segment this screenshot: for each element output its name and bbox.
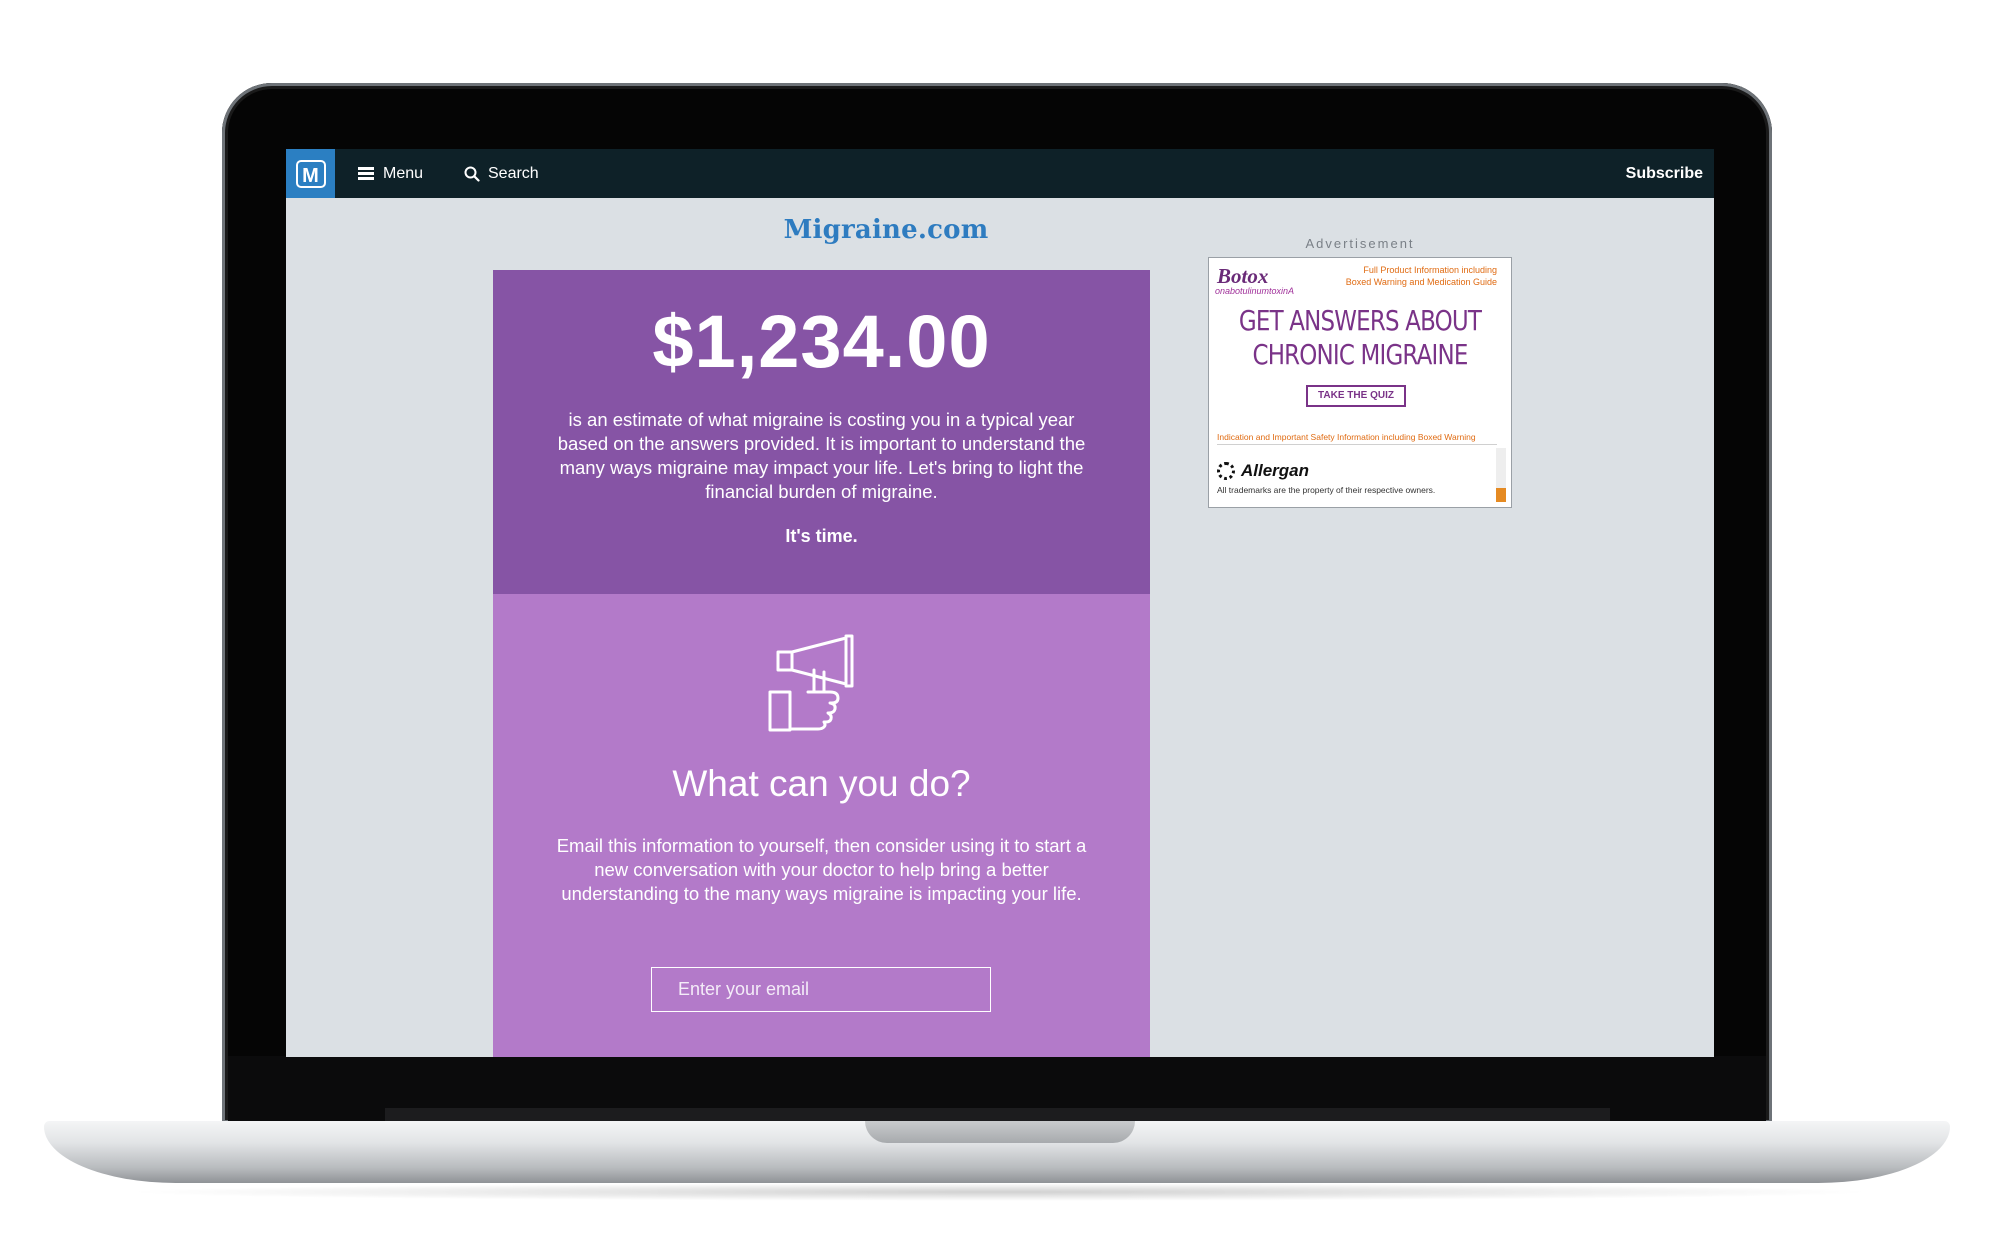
cost-amount: $1,234.00	[652, 300, 991, 383]
ad-safety-info-link[interactable]: Indication and Important Safety Informat…	[1217, 432, 1507, 442]
email-input[interactable]	[651, 967, 991, 1012]
action-heading: What can you do?	[672, 763, 971, 804]
search-button[interactable]: Search	[464, 149, 539, 198]
ad-headline-line-2: CHRONIC MIGRAINE	[1252, 338, 1468, 371]
site-logo[interactable]: Migraine.com	[666, 215, 1106, 245]
allergan-logo-icon	[1217, 462, 1235, 480]
ad-fpi-line-2: Boxed Warning and Medication Guide	[1345, 277, 1497, 287]
ad-headline: GET ANSWERS ABOUT CHRONIC MIGRAINE	[1236, 304, 1484, 372]
search-icon	[464, 166, 480, 182]
menu-label: Menu	[383, 164, 424, 182]
megaphone-icon	[768, 634, 854, 732]
tagline: It's time.	[785, 526, 858, 546]
menu-button[interactable]: Menu	[358, 149, 423, 198]
hamburger-icon	[358, 167, 374, 180]
laptop-shadow	[120, 1183, 1880, 1201]
ad-fpi-line-1: Full Product Information including	[1363, 265, 1497, 275]
ad-scrollbar-thumb[interactable]	[1496, 488, 1506, 502]
browser-viewport: M Menu Search Subscribe Migraine.com $1,…	[286, 149, 1714, 1057]
action-description: Email this information to yourself, then…	[556, 835, 1087, 904]
laptop-hinge	[385, 1108, 1610, 1122]
ad-divider	[1217, 444, 1497, 445]
ad-quiz-button[interactable]: TAKE THE QUIZ	[1306, 385, 1406, 407]
ad-full-product-info-link[interactable]: Full Product Information including Boxed…	[1317, 264, 1497, 288]
ad-trademark-notice: All trademarks are the property of their…	[1217, 485, 1436, 495]
home-logo-button[interactable]: M	[286, 149, 335, 198]
logo-badge: M	[295, 159, 326, 188]
cost-result-panel: $1,234.00 is an estimate of what migrain…	[493, 270, 1150, 594]
action-panel: What can you do? Email this information …	[493, 594, 1150, 1057]
ad-headline-line-1: GET ANSWERS ABOUT	[1238, 304, 1482, 337]
subscribe-link[interactable]: Subscribe	[1626, 149, 1703, 198]
advertisement-banner[interactable]: Botox onabotulinumtoxinA Full Product In…	[1208, 257, 1512, 508]
laptop-notch	[865, 1121, 1135, 1143]
ad-brand-generic-name: onabotulinumtoxinA	[1215, 286, 1295, 296]
top-navigation-bar: M Menu Search Subscribe	[286, 149, 1714, 198]
ad-company-logo: Allergan	[1217, 461, 1309, 481]
advertisement-label: Advertisement	[1305, 236, 1415, 251]
ad-company-name: Allergan	[1241, 461, 1310, 480]
search-label: Search	[488, 164, 539, 182]
cost-description: is an estimate of what migraine is costi…	[557, 409, 1086, 502]
